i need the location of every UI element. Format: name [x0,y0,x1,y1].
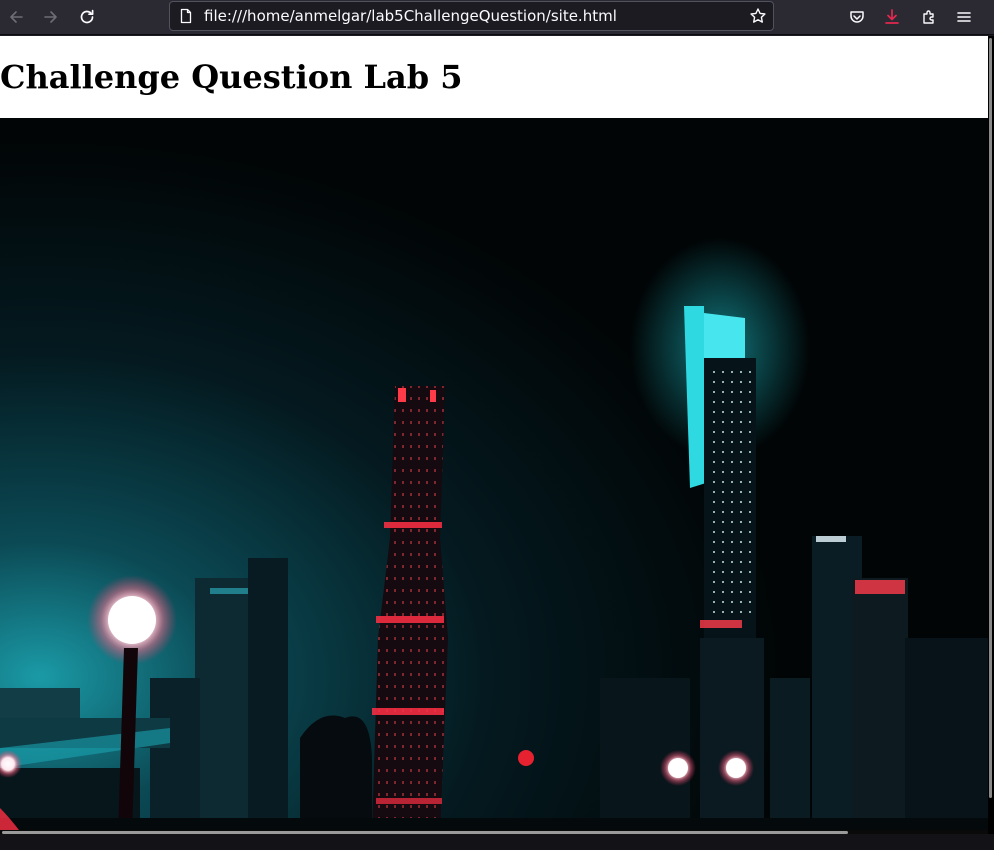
forward-button[interactable] [37,3,65,31]
url-text[interactable]: file:///home/anmelgar/lab5ChallengeQuest… [204,7,617,25]
address-bar[interactable]: file:///home/anmelgar/lab5ChallengeQuest… [169,1,774,31]
page-title: Challenge Question Lab 5 [0,58,463,96]
forward-arrow-icon [44,11,57,23]
vertical-scrollbar[interactable] [988,36,994,834]
extensions-button[interactable] [915,3,943,31]
page-viewport: Challenge Question Lab 5 [0,36,988,834]
downloads-button[interactable] [878,3,906,31]
back-arrow-icon [10,11,23,23]
reload-button[interactable] [73,3,101,31]
browser-toolbar: file:///home/anmelgar/lab5ChallengeQuest… [0,0,994,35]
extensions-icon [923,10,934,24]
night-city-skyline-image [0,118,988,834]
window-bottom-edge [0,834,994,850]
pocket-icon [850,11,864,23]
bookmark-star-icon[interactable] [749,7,767,25]
back-button[interactable] [2,3,30,31]
app-menu-button[interactable] [950,3,978,31]
page-icon [180,8,192,24]
reload-icon [80,9,94,24]
downloads-icon [885,9,899,24]
pocket-button[interactable] [843,3,871,31]
vertical-scroll-thumb[interactable] [989,38,992,798]
menu-icon [957,12,971,22]
